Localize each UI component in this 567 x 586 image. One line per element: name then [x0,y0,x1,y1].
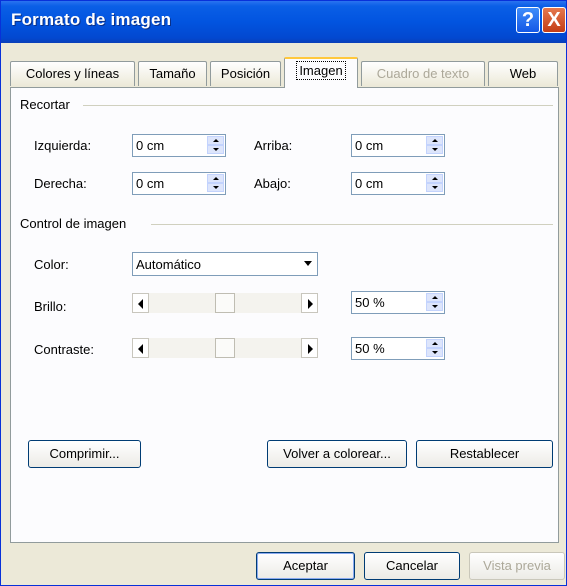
contrast-label: Contraste: [34,342,94,357]
brightness-slider-thumb[interactable] [215,293,235,313]
crop-top-label: Arriba: [254,138,293,153]
spin-up-icon[interactable] [207,136,224,145]
crop-bottom-spinner[interactable]: 0 cm [351,172,445,195]
title-bar[interactable]: Formato de imagen ? X [1,1,566,43]
crop-left-spinner[interactable]: 0 cm [132,134,226,157]
crop-bottom-label: Abajo: [254,176,291,191]
tab-web[interactable]: Web [488,61,558,86]
tab-label: Web [509,66,537,81]
crop-right-value[interactable]: 0 cm [136,176,164,191]
tab-label: Posición [220,66,271,81]
format-image-dialog: Formato de imagen ? X Colores y líneas T… [0,0,567,586]
contrast-slider[interactable] [132,338,318,358]
image-tab-panel: Recortar Izquierda: 0 cm Arriba: 0 cm De… [10,87,559,543]
brightness-slider[interactable] [132,293,318,313]
ok-button[interactable]: Aceptar [256,552,355,580]
tab-size[interactable]: Tamaño [138,61,207,86]
help-button[interactable]: ? [516,7,540,33]
contrast-value[interactable]: 50 % [355,341,385,356]
scroll-left-icon[interactable] [132,293,149,313]
scroll-right-icon[interactable] [301,338,318,358]
spin-up-icon[interactable] [426,174,443,183]
image-control-group-title: Control de imagen [20,216,133,231]
tab-label: Colores y líneas [25,66,120,81]
spin-up-icon[interactable] [207,174,224,183]
crop-group-title: Recortar [20,97,76,112]
recolor-button[interactable]: Volver a colorear... [267,440,407,468]
spin-down-icon[interactable] [207,183,224,192]
crop-left-label: Izquierda: [34,138,92,153]
brightness-label: Brillo: [34,299,67,314]
spin-up-icon[interactable] [426,339,443,348]
group-divider [83,105,553,106]
scroll-left-icon[interactable] [132,338,149,358]
spin-up-icon[interactable] [426,293,443,302]
cancel-button[interactable]: Cancelar [364,552,460,580]
spin-down-icon[interactable] [426,145,443,154]
chevron-down-icon[interactable] [298,254,316,274]
tab-label: Cuadro de texto [376,66,470,81]
scroll-right-icon[interactable] [301,293,318,313]
spin-up-icon[interactable] [426,136,443,145]
crop-right-label: Derecha: [34,176,87,191]
crop-top-value[interactable]: 0 cm [355,138,383,153]
crop-left-value[interactable]: 0 cm [136,138,164,153]
preview-button: Vista previa [469,552,565,580]
crop-right-spinner[interactable]: 0 cm [132,172,226,195]
brightness-spinner[interactable]: 50 % [351,291,445,314]
crop-top-spinner[interactable]: 0 cm [351,134,445,157]
spin-down-icon[interactable] [426,348,443,357]
dialog-title: Formato de imagen [11,10,172,29]
contrast-spinner[interactable]: 50 % [351,337,445,360]
tab-label: Imagen [296,61,346,80]
tab-bar: Colores y líneas Tamaño Posición Imagen … [1,57,566,88]
brightness-value[interactable]: 50 % [355,295,385,310]
color-selected-value: Automático [136,257,202,272]
contrast-slider-thumb[interactable] [215,338,235,358]
tab-image[interactable]: Imagen [284,57,358,88]
tab-text-box: Cuadro de texto [361,61,485,86]
crop-bottom-value[interactable]: 0 cm [355,176,383,191]
spin-down-icon[interactable] [426,183,443,192]
compress-button[interactable]: Comprimir... [28,440,141,468]
group-divider [151,224,553,225]
reset-button[interactable]: Restablecer [416,440,553,468]
tab-position[interactable]: Posición [210,61,281,86]
color-label: Color: [34,257,69,272]
tab-colors-lines[interactable]: Colores y líneas [10,61,135,86]
color-dropdown[interactable]: Automático [132,252,318,276]
tab-label: Tamaño [149,66,196,81]
spin-down-icon[interactable] [207,145,224,154]
close-button[interactable]: X [542,7,566,33]
spin-down-icon[interactable] [426,302,443,311]
